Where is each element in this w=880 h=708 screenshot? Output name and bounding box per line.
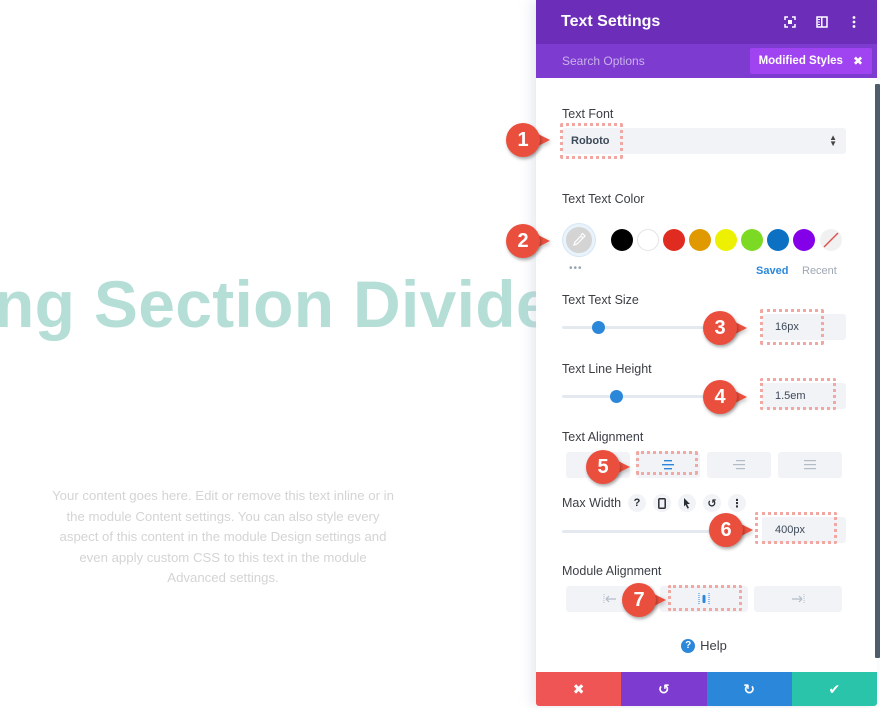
- annotation-highlight-line-height: [760, 378, 836, 410]
- annotation-highlight-text-align: [636, 451, 698, 475]
- annotation-badge-5: 5: [586, 450, 630, 484]
- annotation-badge-6: 6: [709, 513, 753, 547]
- scrollbar[interactable]: [875, 84, 880, 658]
- align-left-arrow-icon: [603, 594, 616, 604]
- redo-icon: ↻: [743, 680, 755, 697]
- align-right-arrow-icon: [792, 594, 805, 604]
- align-right-icon: [733, 460, 745, 470]
- text-align-justify-button[interactable]: [778, 452, 842, 478]
- color-swatch-orange[interactable]: [689, 229, 711, 251]
- panel-tabs: Search Options Modified Styles ✖: [536, 44, 877, 78]
- reset-icon[interactable]: ↺: [703, 494, 721, 512]
- line-height-label: Text Line Height: [562, 362, 652, 376]
- no-color-icon: [823, 232, 839, 248]
- stage: ng Section Divide Your content goes here…: [0, 0, 880, 708]
- undo-icon: ↺: [658, 680, 670, 697]
- panel-header[interactable]: Text Settings: [536, 0, 877, 44]
- color-swatch-yellow[interactable]: [715, 229, 737, 251]
- more-icon[interactable]: ⋮: [728, 494, 746, 512]
- recent-colors-tab[interactable]: Recent: [802, 265, 837, 277]
- annotation-badge-2: 2: [506, 224, 550, 258]
- close-icon: ✖: [572, 680, 585, 697]
- fullscreen-icon[interactable]: [775, 0, 805, 44]
- help-icon[interactable]: ?: [628, 494, 646, 512]
- annotation-highlight-module-align: [668, 585, 742, 611]
- text-alignment-label: Text Alignment: [562, 430, 644, 444]
- device-icon[interactable]: [653, 494, 671, 512]
- split-view-icon[interactable]: [807, 0, 837, 44]
- annotation-badge-3: 3: [703, 311, 747, 345]
- annotation-highlight-size: [760, 309, 824, 345]
- text-size-slider-handle[interactable]: [591, 321, 605, 334]
- help-circle-icon: ?: [681, 638, 696, 653]
- align-justify-icon: [804, 460, 816, 470]
- help-link[interactable]: ? Help: [536, 638, 872, 653]
- color-swatch-blue[interactable]: [767, 229, 789, 251]
- saved-colors-tab[interactable]: Saved: [756, 265, 788, 277]
- color-swatch-none[interactable]: [820, 229, 842, 251]
- modified-styles-label: Modified Styles: [758, 55, 843, 67]
- text-color-label: Text Text Color: [562, 192, 645, 206]
- page-heading[interactable]: ng Section Divide: [0, 266, 553, 342]
- modified-styles-filter[interactable]: Modified Styles ✖: [749, 48, 872, 74]
- cancel-button[interactable]: ✖: [536, 672, 622, 706]
- color-swatch-green[interactable]: [741, 229, 763, 251]
- more-options-icon[interactable]: [839, 0, 869, 44]
- panel-title: Text Settings: [561, 13, 661, 30]
- select-arrows-icon: ▲ ▼: [829, 133, 837, 148]
- annotation-badge-1: 1: [506, 123, 550, 157]
- max-width-label: Max Width: [562, 496, 622, 510]
- color-swatch-red[interactable]: [663, 229, 685, 251]
- eyedropper-icon: [573, 233, 586, 246]
- annotation-badge-4: 4: [703, 380, 747, 414]
- line-height-slider-handle[interactable]: [609, 390, 623, 403]
- color-picker-button[interactable]: [563, 224, 595, 256]
- panel-footer: ✖ ↺ ↻ ✔: [536, 672, 877, 706]
- undo-button[interactable]: ↺: [621, 672, 707, 706]
- color-swatch-purple[interactable]: [793, 229, 815, 251]
- hover-icon[interactable]: [678, 494, 696, 512]
- save-button[interactable]: ✔: [791, 672, 877, 706]
- checkmark-icon: ✔: [828, 680, 841, 697]
- close-icon[interactable]: ✖: [853, 54, 863, 68]
- search-options-input[interactable]: Search Options: [536, 54, 750, 68]
- color-swatch-white[interactable]: [637, 229, 659, 251]
- color-swatch-black[interactable]: [611, 229, 633, 251]
- module-alignment-label: Module Alignment: [562, 564, 662, 578]
- annotation-highlight-max-width: [755, 512, 837, 544]
- page-body-text[interactable]: Your content goes here. Edit or remove t…: [52, 486, 394, 589]
- text-align-right-button[interactable]: [707, 452, 771, 478]
- annotation-badge-7: 7: [622, 583, 666, 617]
- module-align-right-button[interactable]: [754, 586, 842, 612]
- text-size-label: Text Text Size: [562, 293, 639, 307]
- annotation-highlight-font: [560, 123, 623, 159]
- more-colors-button[interactable]: •••: [569, 263, 583, 274]
- redo-button[interactable]: ↻: [706, 672, 792, 706]
- text-font-label: Text Font: [562, 107, 614, 121]
- max-width-option-icons: ? ↺ ⋮: [628, 494, 746, 512]
- help-label: Help: [700, 638, 727, 653]
